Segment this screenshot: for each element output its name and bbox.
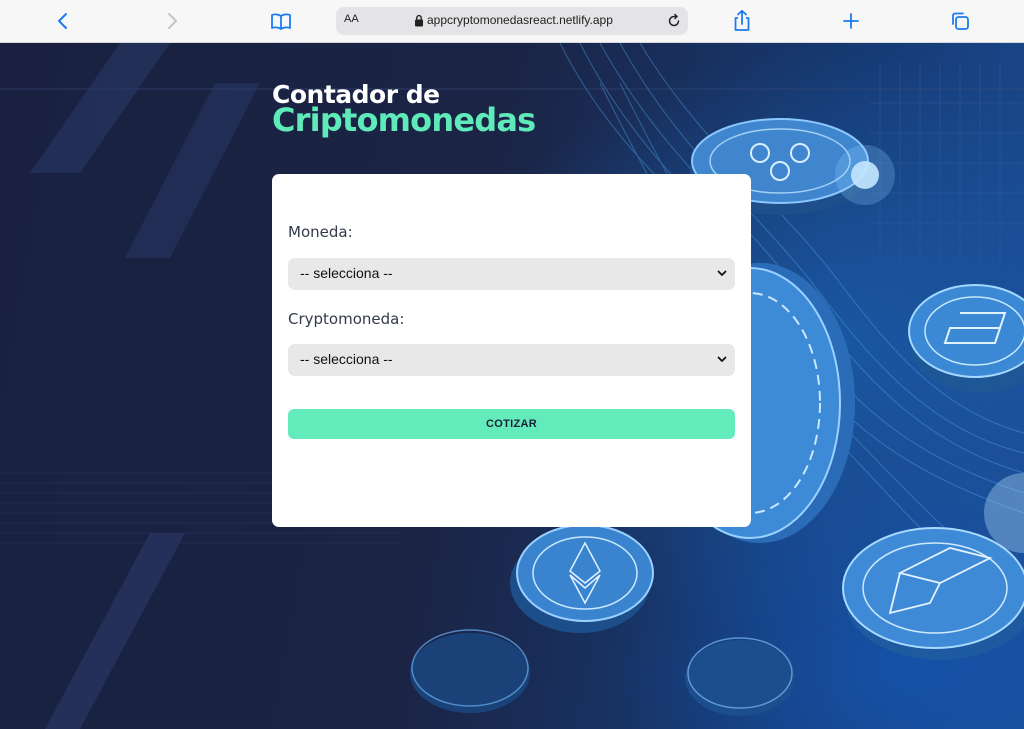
lock-icon	[415, 14, 423, 27]
new-tab-icon	[843, 13, 859, 29]
forward-icon	[168, 13, 177, 29]
bookmarks-button[interactable]	[266, 6, 296, 36]
chevron-down-icon	[717, 270, 727, 276]
quote-button[interactable]: COTIZAR	[288, 409, 735, 439]
back-icon	[58, 13, 67, 29]
crypto-select[interactable]: -- selecciona --	[288, 344, 735, 376]
reader-settings-button[interactable]: AA	[344, 13, 359, 25]
address-bar[interactable]: AA appcryptomonedasreact.netlify.app	[336, 7, 688, 35]
tabs-icon	[952, 12, 969, 30]
reload-icon[interactable]	[666, 13, 682, 29]
new-tab-button[interactable]	[836, 6, 866, 36]
forward-button[interactable]	[157, 6, 187, 36]
bookmarks-icon	[271, 13, 291, 30]
back-button[interactable]	[48, 6, 78, 36]
currency-select-value: -- selecciona --	[300, 265, 393, 281]
share-button[interactable]	[727, 6, 757, 36]
crypto-label: Cryptomoneda:	[288, 310, 405, 328]
page-title-line2: Criptomonedas	[272, 101, 536, 139]
currency-select[interactable]: -- selecciona --	[288, 258, 735, 290]
tabs-overview-button[interactable]	[945, 6, 975, 36]
share-icon	[734, 9, 750, 31]
crypto-select-value: -- selecciona --	[300, 351, 393, 367]
chevron-down-icon	[717, 356, 727, 362]
browser-toolbar: AA appcryptomonedasreact.netlify.app	[0, 0, 1024, 43]
currency-label: Moneda:	[288, 223, 353, 241]
quote-form: Moneda: -- selecciona -- Cryptomoneda: -…	[272, 174, 751, 527]
url-text: appcryptomonedasreact.netlify.app	[427, 13, 613, 27]
